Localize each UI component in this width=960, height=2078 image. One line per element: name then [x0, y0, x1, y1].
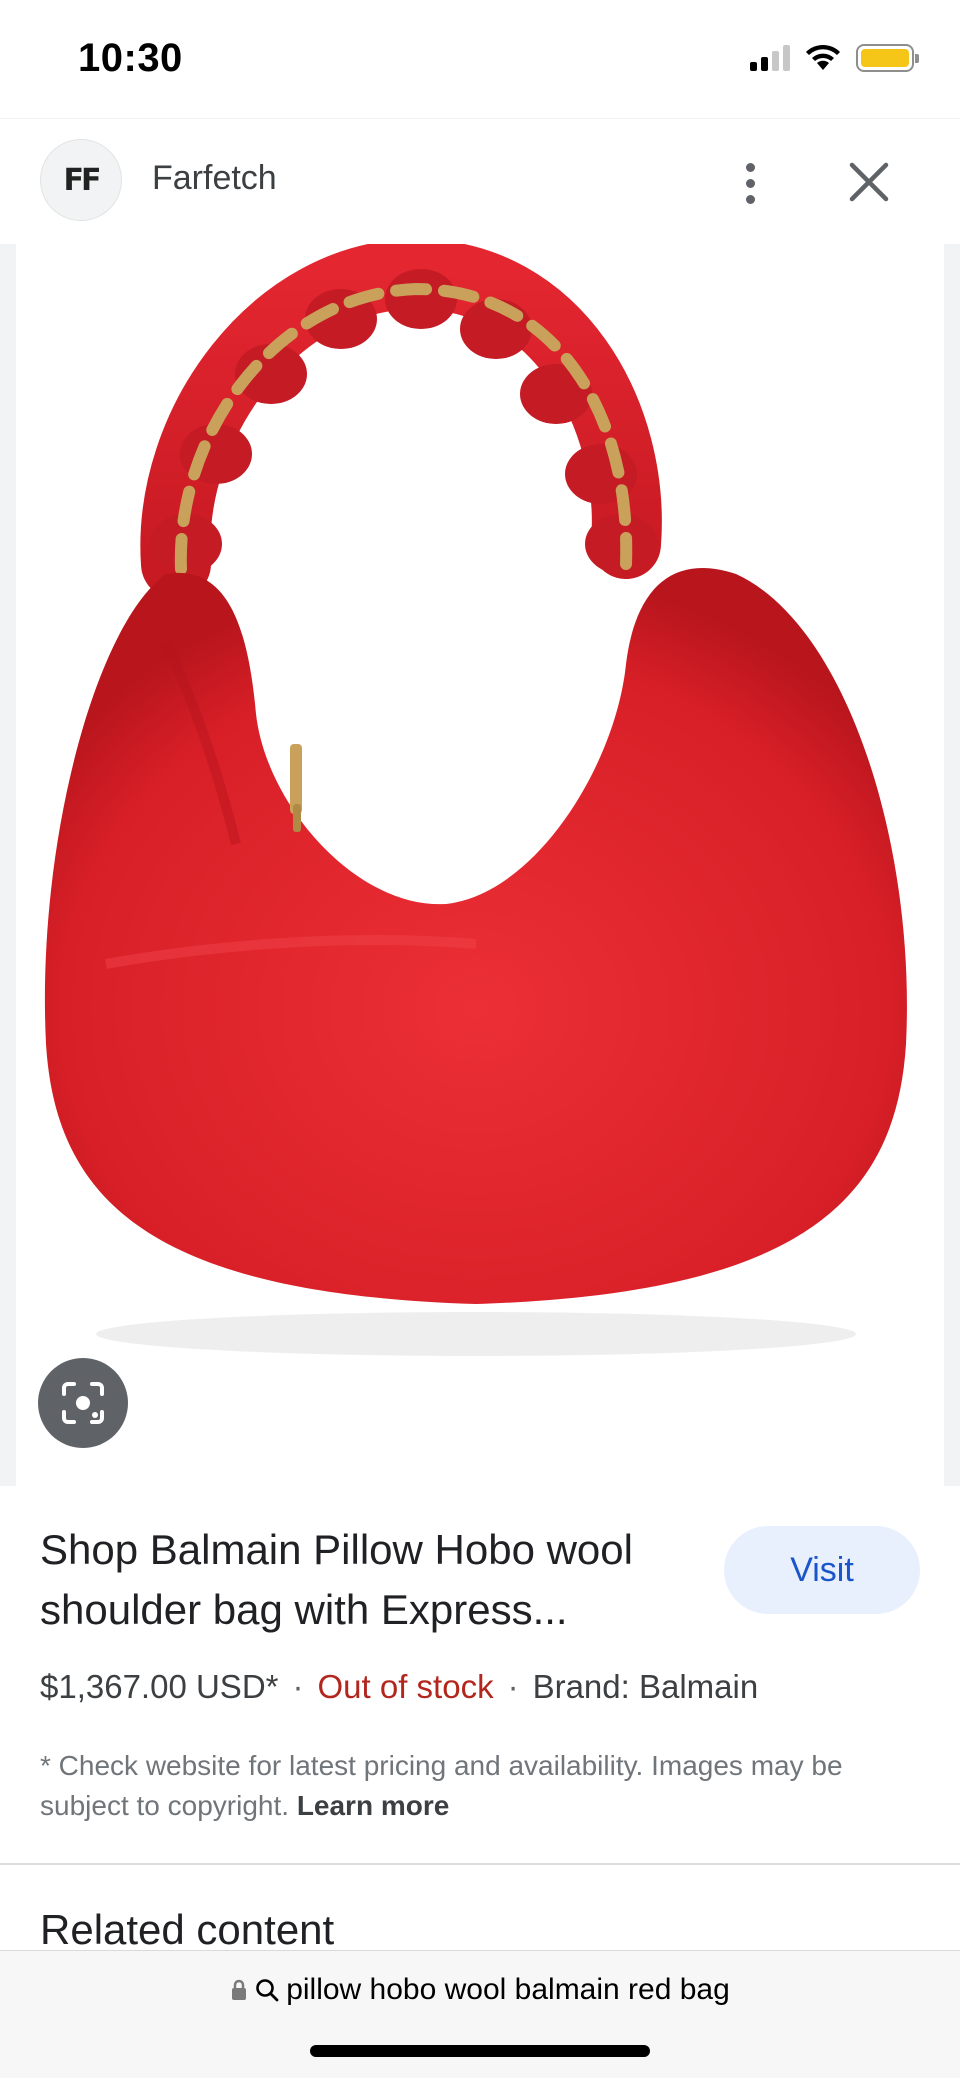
- close-icon[interactable]: [842, 155, 896, 209]
- related-content-heading: Related content: [40, 1906, 335, 1953]
- cellular-signal-icon: [750, 45, 790, 71]
- source-header: FF Farfetch: [0, 118, 960, 244]
- wifi-icon: [806, 44, 840, 70]
- divider: [0, 1863, 960, 1865]
- separator: ·: [292, 1668, 304, 1705]
- lens-search-button[interactable]: [38, 1358, 128, 1448]
- battery-icon: [856, 44, 919, 72]
- site-logo[interactable]: FF: [40, 139, 122, 221]
- disclaimer: * Check website for latest pricing and a…: [40, 1746, 920, 1826]
- visit-button[interactable]: Visit: [724, 1526, 920, 1614]
- search-icon: [256, 1979, 279, 2002]
- red-hobo-bag-image: [44, 244, 907, 1356]
- learn-more-link[interactable]: Learn more: [297, 1790, 450, 1821]
- image-edge-left: [0, 244, 16, 1486]
- product-title[interactable]: Shop Balmain Pillow Hobo wool shoulder b…: [40, 1520, 700, 1640]
- lock-icon: [232, 1979, 247, 2000]
- status-icons: [750, 44, 919, 72]
- product-price: $1,367.00 USD*: [40, 1668, 279, 1705]
- product-brand: Brand: Balmain: [532, 1668, 759, 1705]
- separator: ·: [507, 1668, 519, 1705]
- stock-status: Out of stock: [317, 1668, 494, 1705]
- lens-search-icon: [62, 1382, 104, 1424]
- search-query[interactable]: pillow hobo wool balmain red bag: [286, 1973, 730, 2007]
- product-image[interactable]: [16, 244, 944, 1486]
- site-name[interactable]: Farfetch: [152, 159, 277, 198]
- more-vert-icon[interactable]: [728, 153, 772, 213]
- status-bar: 10:30: [0, 0, 960, 118]
- url-bar[interactable]: pillow hobo wool balmain red bag: [0, 1950, 960, 2078]
- home-indicator[interactable]: [310, 2045, 650, 2057]
- status-time: 10:30: [78, 36, 183, 80]
- image-edge-right: [944, 244, 960, 1486]
- url-content[interactable]: pillow hobo wool balmain red bag: [0, 1973, 960, 2007]
- price-row: $1,367.00 USD* · Out of stock · Brand: Balma…: [40, 1668, 758, 1706]
